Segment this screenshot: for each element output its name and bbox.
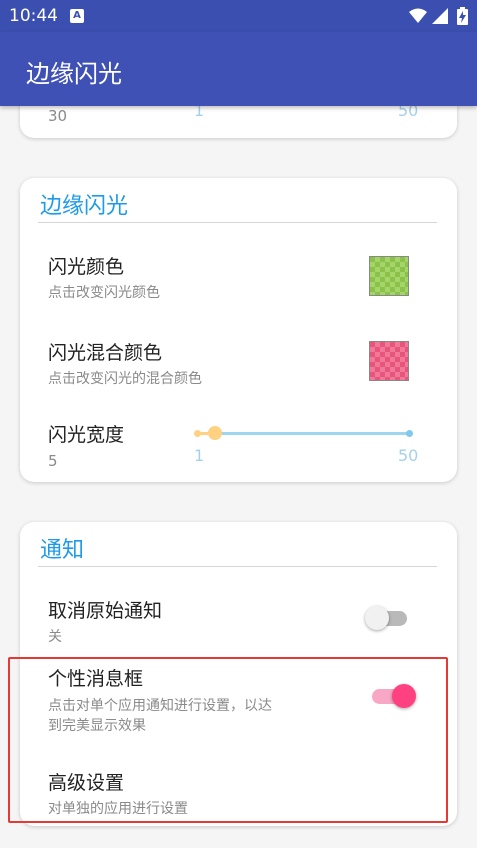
status-bar: 10:44 A <box>0 0 477 32</box>
highlight-annotation-box <box>8 657 448 823</box>
flash-section-divider <box>38 222 437 223</box>
slider-start-dot <box>194 430 201 437</box>
flash-color-swatch[interactable] <box>369 256 409 296</box>
status-time: 10:44 <box>9 6 58 26</box>
notify-section-header: 通知 <box>40 538 85 563</box>
flash-color-preference[interactable]: 闪光颜色 点击改变闪光颜色 <box>20 234 457 310</box>
flash-color-summary: 点击改变闪光颜色 <box>48 285 160 301</box>
flash-color-title: 闪光颜色 <box>48 256 125 278</box>
cancel-original-title: 取消原始通知 <box>48 600 163 622</box>
slider-thumb[interactable] <box>208 426 222 440</box>
page-title: 边缘闪光 <box>26 60 122 88</box>
a-notification-icon: A <box>70 9 84 23</box>
flash-mix-color-title: 闪光混合颜色 <box>48 342 163 364</box>
flash-settings-card: 边缘闪光 闪光颜色 点击改变闪光颜色 闪光混合颜色 点击改变闪光的混合颜色 闪光… <box>20 178 457 482</box>
flash-width-max-label: 50 <box>398 446 419 465</box>
signal-icon <box>432 8 448 24</box>
slider-end-dot <box>406 430 413 437</box>
battery-charging-icon <box>457 7 468 25</box>
notify-section-divider <box>38 566 437 567</box>
cancel-original-summary: 关 <box>48 629 62 645</box>
wifi-icon <box>409 8 427 23</box>
flash-mix-color-preference[interactable]: 闪光混合颜色 点击改变闪光的混合颜色 <box>20 320 457 396</box>
toggle-thumb <box>365 606 389 630</box>
previous-slider-value: 30 <box>48 107 68 125</box>
flash-width-value: 5 <box>48 452 58 470</box>
flash-width-preference: 闪光宽度 5 1 50 <box>20 406 457 472</box>
flash-mix-color-swatch[interactable] <box>369 341 409 381</box>
flash-width-title: 闪光宽度 <box>48 424 125 446</box>
flash-mix-color-summary: 点击改变闪光的混合颜色 <box>48 371 202 387</box>
flash-width-slider[interactable] <box>192 424 414 444</box>
cancel-original-toggle[interactable] <box>363 606 413 632</box>
flash-section-header: 边缘闪光 <box>40 194 129 219</box>
flash-width-min-label: 1 <box>194 446 205 465</box>
app-bar: 边缘闪光 <box>0 32 477 106</box>
cancel-original-preference[interactable]: 取消原始通知 关 <box>20 578 457 654</box>
slider-track <box>196 432 410 435</box>
